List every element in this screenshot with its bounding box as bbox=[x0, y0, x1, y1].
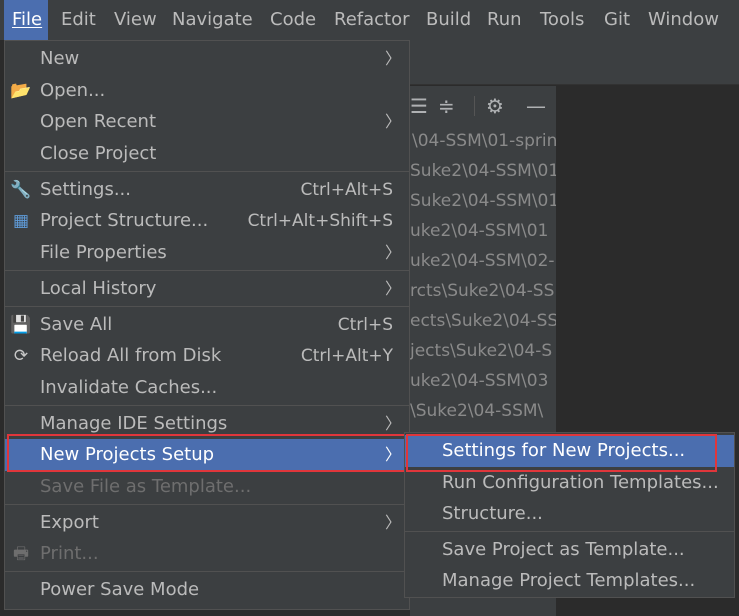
menu-navigate[interactable]: Navigate bbox=[172, 0, 253, 40]
gear-icon[interactable]: ⚙ bbox=[486, 86, 504, 126]
annotation-box bbox=[406, 434, 717, 472]
menu-item-save-file-as-template[interactable]: Save File as Template... bbox=[5, 471, 409, 503]
project-structure-icon: ▦ bbox=[12, 211, 30, 231]
menu-item-invalidate-caches[interactable]: Invalidate Caches... bbox=[5, 372, 409, 404]
tree-path-2[interactable]: Suke2\04-SSM\01-s bbox=[410, 161, 556, 181]
menu-item-file-properties[interactable]: File Properties 〉 bbox=[5, 237, 409, 269]
menu-item-open[interactable]: 📂 Open... bbox=[5, 75, 409, 107]
tree-path-5[interactable]: uke2\04-SSM\02- bbox=[410, 251, 555, 271]
menu-item-close-project[interactable]: Close Project bbox=[5, 138, 409, 170]
expand-all-icon[interactable]: ☰ bbox=[410, 86, 428, 126]
toolbar-divider bbox=[474, 96, 475, 116]
menu-item-project-structure[interactable]: ▦ Project Structure... Ctrl+Alt+Shift+S bbox=[5, 205, 409, 237]
folder-open-icon: 📂 bbox=[10, 81, 32, 101]
menu-separator bbox=[5, 270, 409, 271]
annotation-box bbox=[7, 434, 406, 472]
wrench-icon: 🔧 bbox=[10, 180, 32, 200]
menu-separator bbox=[5, 571, 409, 572]
submenu-item-structure[interactable]: Structure... bbox=[405, 498, 734, 530]
tree-path-8[interactable]: jects\Suke2\04-S bbox=[410, 341, 552, 361]
menu-item-save-all[interactable]: 💾 Save All Ctrl+S bbox=[5, 309, 409, 341]
menu-item-export[interactable]: Export 〉 bbox=[5, 507, 409, 539]
file-menu: New 〉 📂 Open... Open Recent 〉 Close Proj… bbox=[4, 40, 410, 610]
menu-item-local-history[interactable]: Local History 〉 bbox=[5, 273, 409, 305]
menu-run[interactable]: Run bbox=[487, 0, 522, 40]
menu-item-power-save-mode[interactable]: Power Save Mode bbox=[5, 574, 409, 606]
menu-item-reload-all[interactable]: ⟳ Reload All from Disk Ctrl+Alt+Y bbox=[5, 340, 409, 372]
menu-view[interactable]: View bbox=[114, 0, 157, 40]
menu-item-open-recent[interactable]: Open Recent 〉 bbox=[5, 106, 409, 138]
menu-item-print[interactable]: 🖶 Print... bbox=[5, 538, 409, 570]
tree-path-4[interactable]: uke2\04-SSM\01 bbox=[410, 221, 548, 241]
minimize-icon[interactable]: — bbox=[526, 86, 546, 126]
menu-file[interactable]: File bbox=[4, 0, 48, 40]
tree-path-1[interactable]: \04-SSM\01-sprin bbox=[412, 131, 556, 151]
submenu-item-manage-project-templates[interactable]: Manage Project Templates... bbox=[405, 565, 734, 597]
collapse-all-icon[interactable]: ≑ bbox=[438, 86, 455, 126]
submenu-item-save-project-as-template[interactable]: Save Project as Template... bbox=[405, 534, 734, 566]
chevron-right-icon: 〉 bbox=[384, 279, 401, 298]
menu-separator bbox=[5, 504, 409, 505]
menu-bar: File Edit View Navigate Code Refactor Bu… bbox=[0, 0, 739, 40]
tree-path-6[interactable]: rcts\Suke2\04-SSM bbox=[410, 281, 556, 301]
project-toolbar: ☰ ≑ ⚙ — bbox=[410, 86, 556, 126]
chevron-right-icon: 〉 bbox=[384, 243, 401, 262]
menu-refactor[interactable]: Refactor bbox=[334, 0, 410, 40]
chevron-right-icon: 〉 bbox=[384, 112, 401, 131]
menu-build[interactable]: Build bbox=[426, 0, 471, 40]
menu-item-new[interactable]: New 〉 bbox=[5, 43, 409, 75]
tree-path-7[interactable]: ects\Suke2\04-SSI bbox=[410, 311, 556, 331]
menu-separator bbox=[5, 171, 409, 172]
tree-path-10[interactable]: \Suke2\04-SSM\ bbox=[410, 401, 543, 421]
tree-path-9[interactable]: uke2\04-SSM\03 bbox=[410, 371, 548, 391]
save-icon: 💾 bbox=[10, 315, 32, 335]
tree-path-3[interactable]: Suke2\04-SSM\01 bbox=[410, 191, 556, 211]
menu-edit[interactable]: Edit bbox=[61, 0, 96, 40]
navigation-bar bbox=[410, 40, 739, 85]
menu-separator bbox=[5, 405, 409, 406]
menu-git[interactable]: Git bbox=[604, 0, 630, 40]
menu-separator bbox=[5, 306, 409, 307]
menu-item-settings[interactable]: 🔧 Settings... Ctrl+Alt+S bbox=[5, 174, 409, 206]
menu-tools[interactable]: Tools bbox=[540, 0, 584, 40]
menu-code[interactable]: Code bbox=[270, 0, 316, 40]
menu-separator bbox=[405, 531, 734, 532]
menu-window[interactable]: Window bbox=[648, 0, 719, 40]
printer-icon: 🖶 bbox=[12, 544, 30, 564]
reload-icon: ⟳ bbox=[13, 346, 29, 366]
chevron-right-icon: 〉 bbox=[384, 49, 401, 68]
chevron-right-icon: 〉 bbox=[384, 513, 401, 532]
